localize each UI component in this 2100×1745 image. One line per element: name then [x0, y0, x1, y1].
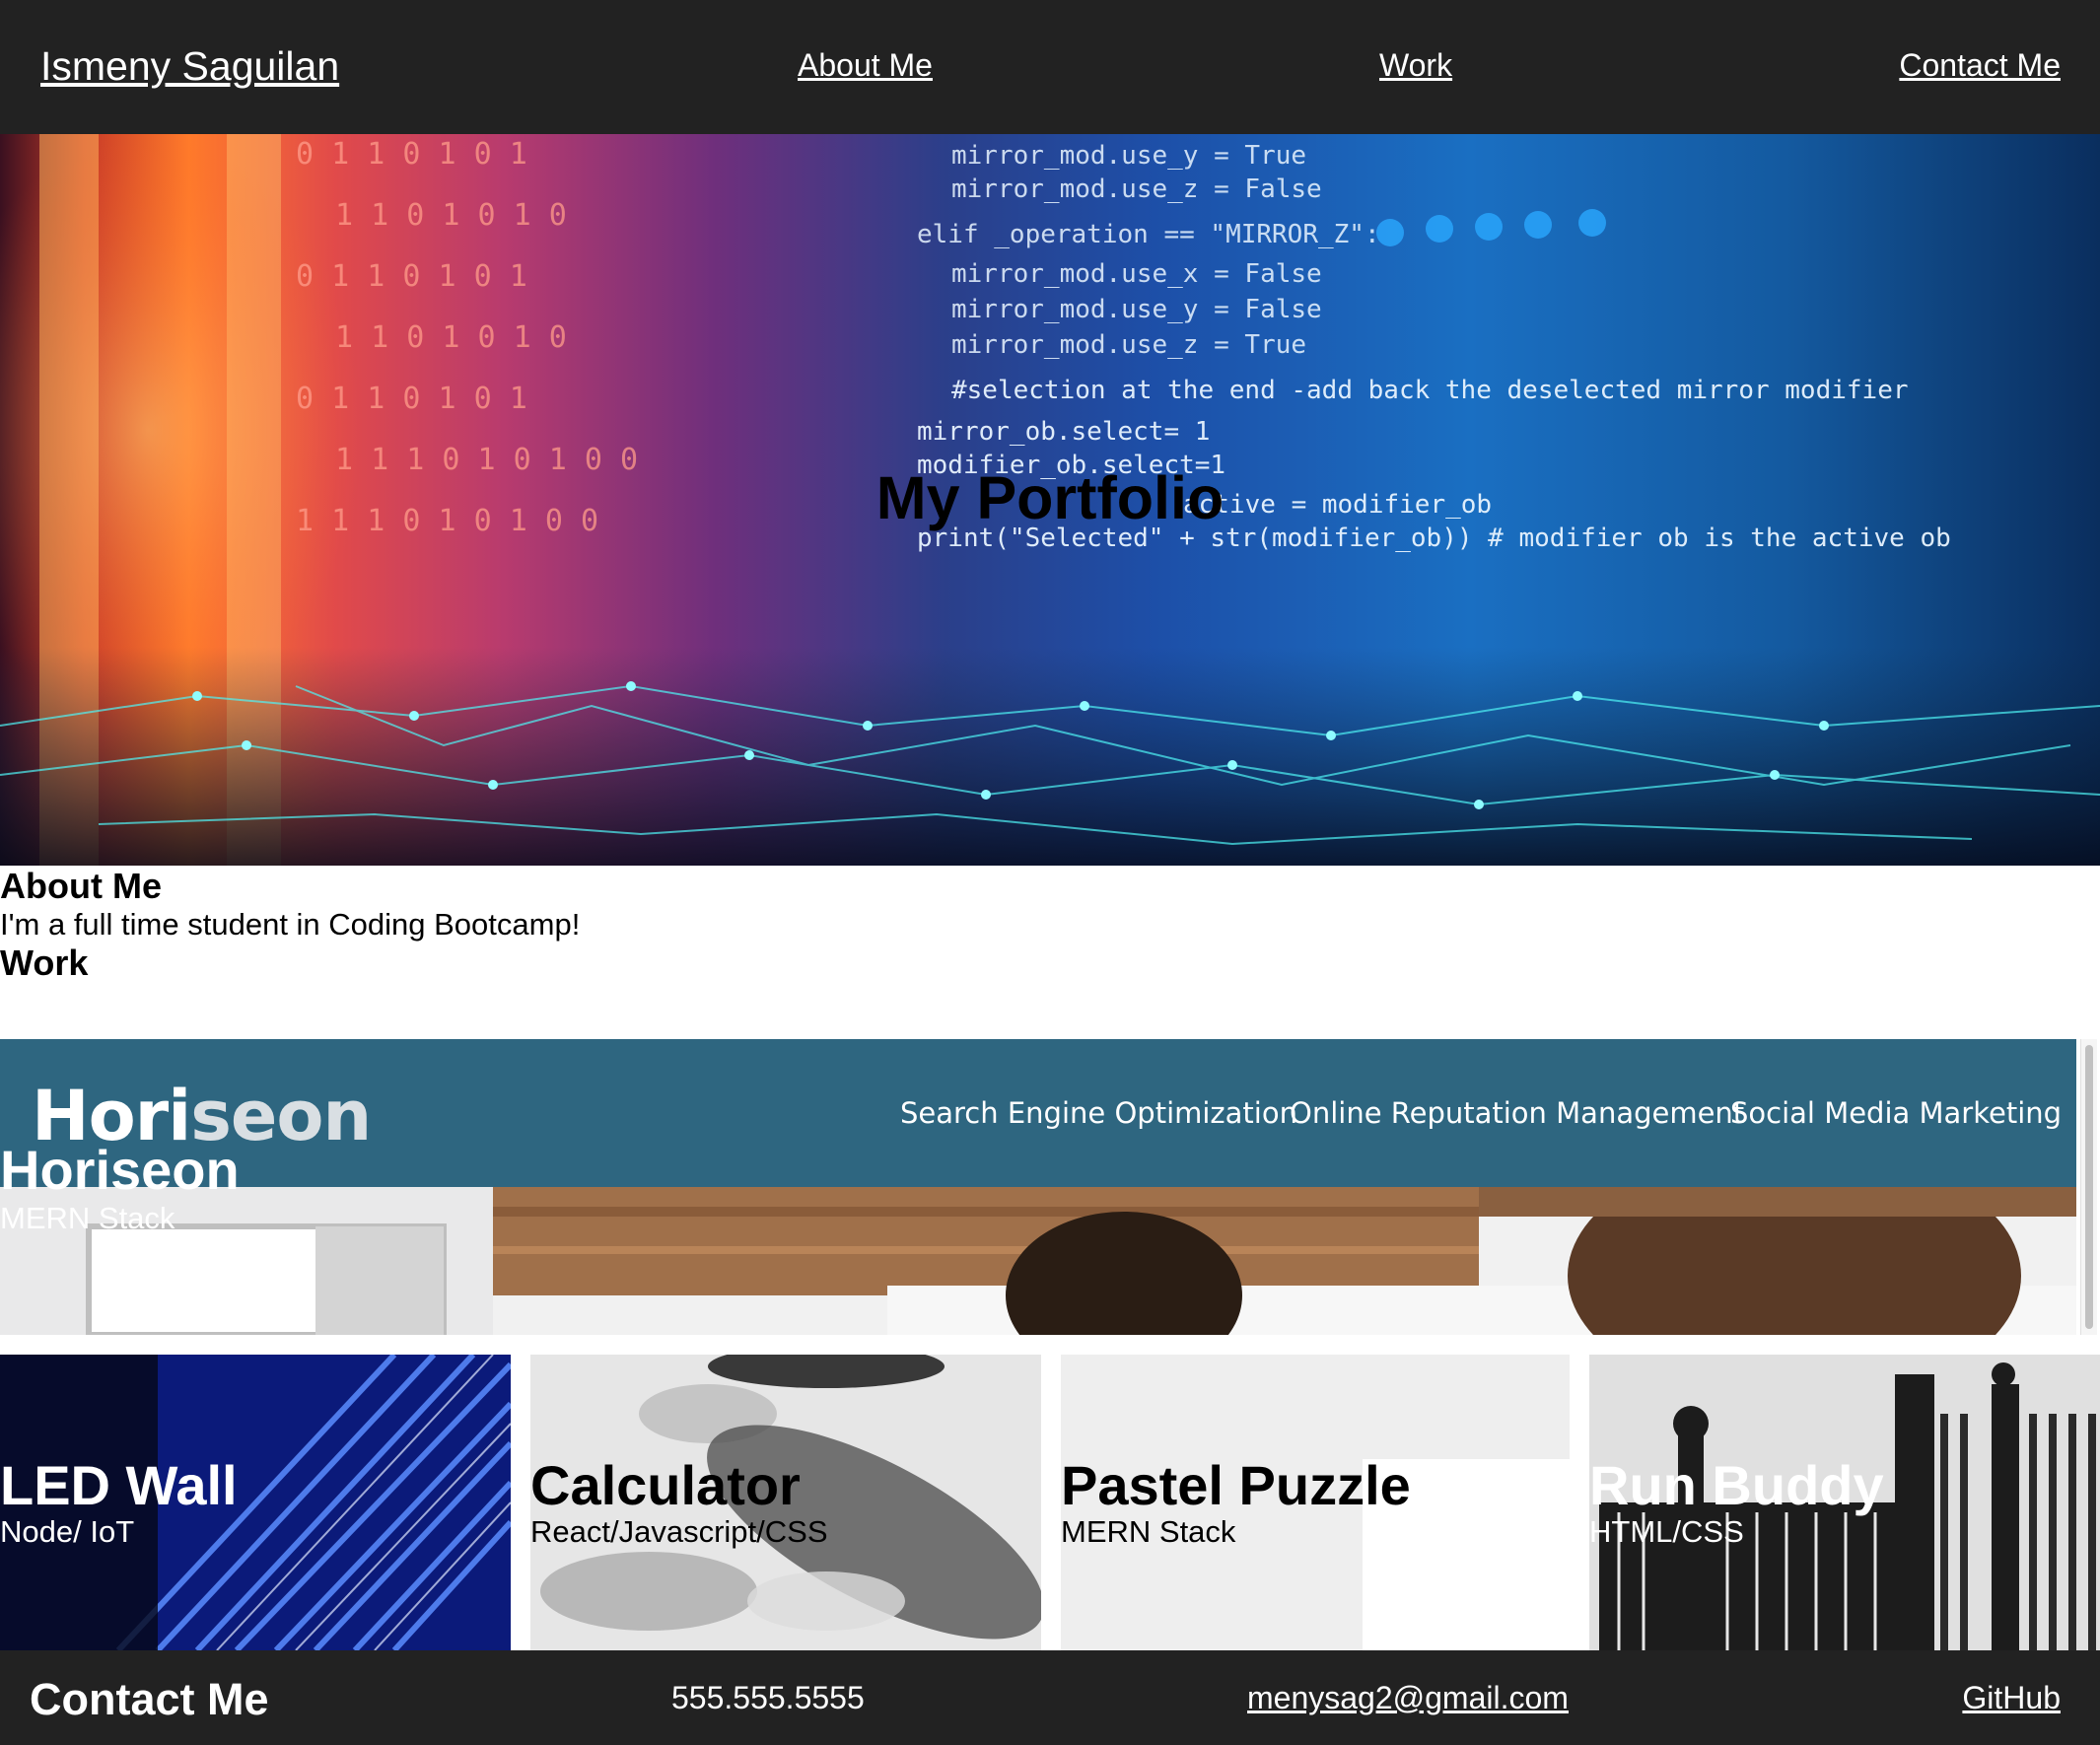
project-title: Run Buddy: [1589, 1454, 1884, 1516]
horiseon-menu-social: Social Media Marketing: [1730, 1096, 2063, 1130]
hero-code-line: #selection at the end -add back the dese…: [951, 376, 1909, 405]
site-header: Ismeny Saguilan About Me Work Contact Me: [0, 0, 2100, 134]
about-text: I'm a full time student in Coding Bootca…: [0, 907, 581, 942]
horiseon-menu-reputation: Online Reputation Management: [1290, 1096, 1745, 1130]
featured-scrollbar-thumb[interactable]: [2085, 1045, 2093, 1329]
footer-contact-heading: Contact Me: [30, 1674, 269, 1724]
project-title: Pastel Puzzle: [1061, 1454, 1411, 1516]
work-heading: Work: [0, 942, 89, 983]
footer-email-link[interactable]: menysag2@gmail.com: [1247, 1680, 1569, 1716]
project-card-led-wall[interactable]: LED Wall Node/ IoT: [0, 1355, 511, 1650]
nav-work-link[interactable]: Work: [1379, 47, 1452, 84]
brand-link[interactable]: Ismeny Saguilan: [40, 43, 339, 90]
hero-code-line: mirror_ob.select= 1: [917, 417, 1210, 447]
hero-title: My Portfolio: [875, 464, 1225, 531]
hero-binary-row: 0 1 1 0 1 0 1: [296, 382, 527, 416]
project-card-calculator[interactable]: Calculator React/Javascript/CSS: [530, 1355, 1041, 1650]
footer-phone: 555.555.5555: [671, 1680, 865, 1715]
horiseon-screenshot-header: Horiseon Search Engine Optimization Onli…: [0, 1039, 2076, 1187]
site-footer: Contact Me 555.555.5555 menysag2@gmail.c…: [0, 1650, 2100, 1745]
hero-code-line: mirror_mod.use_y = False: [951, 295, 1322, 324]
horiseon-photo: [0, 1187, 2076, 1335]
project-title: LED Wall: [0, 1454, 238, 1516]
featured-project-subtitle: MERN Stack: [0, 1201, 175, 1235]
hero-code-line: mirror_mod.use_z = False: [951, 174, 1322, 204]
hero-binary-row: 0 1 1 0 1 0 1: [296, 259, 527, 294]
horiseon-menu-seo: Search Engine Optimization: [900, 1096, 1297, 1130]
featured-scrollbar[interactable]: [2080, 1039, 2097, 1335]
about-heading: About Me: [0, 866, 162, 906]
hero-binary-row: 1 1 0 1 0 1 0: [335, 198, 567, 233]
hero-code-line: mirror_mod.use_z = True: [951, 330, 1306, 360]
footer-github-link[interactable]: GitHub: [1962, 1680, 2061, 1716]
featured-project-card[interactable]: Horiseon Search Engine Optimization Onli…: [0, 1039, 2076, 1335]
project-card-run-buddy[interactable]: Run Buddy HTML/CSS: [1589, 1355, 2100, 1650]
hero-binary-row: 1 1 0 1 0 1 0: [335, 320, 567, 355]
project-subtitle: React/Javascript/CSS: [530, 1514, 828, 1549]
project-subtitle: MERN Stack: [1061, 1514, 1236, 1549]
nav-contact-link[interactable]: Contact Me: [1899, 47, 2061, 84]
hero-banner: 0 1 1 0 1 0 1 1 1 0 1 0 1 0 0 1 1 0 1 0 1 1…: [0, 134, 2100, 866]
hero-binary-row: 0 1 1 0 1 0 1: [296, 137, 527, 172]
project-card-pastel-puzzle[interactable]: Pastel Puzzle MERN Stack: [1061, 1355, 1570, 1650]
hero-code-line: mirror_mod.use_x = False: [951, 259, 1322, 289]
hero-code-line: mirror_mod.use_y = True: [951, 141, 1306, 171]
project-title: Calculator: [530, 1454, 801, 1516]
featured-project-title: Horiseon: [0, 1139, 240, 1201]
project-subtitle: HTML/CSS: [1589, 1514, 1744, 1549]
project-subtitle: Node/ IoT: [0, 1514, 135, 1549]
hero-code-line: elif _operation == "MIRROR_Z":: [917, 220, 1380, 249]
nav-about-link[interactable]: About Me: [798, 47, 933, 84]
